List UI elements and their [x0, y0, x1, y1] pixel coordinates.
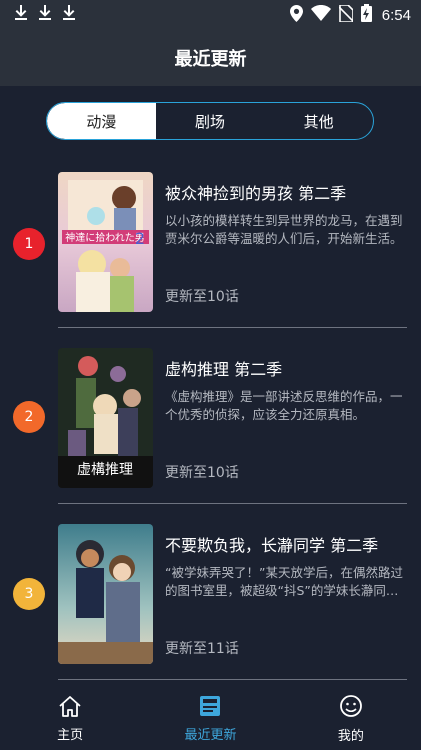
nav-profile-label: 我的	[337, 729, 364, 744]
category-tabs: 动漫 剧场 其他	[46, 102, 374, 140]
status-notifications	[14, 5, 76, 25]
page-title: 最近更新	[174, 49, 247, 70]
status-system: 6:54	[289, 3, 411, 26]
anime-title: 不要欺负我，长瀞同学 第二季	[165, 536, 379, 555]
nav-recent-updates-label: 最近更新	[184, 728, 237, 743]
episode-status: 更新至10话	[165, 465, 239, 481]
download-icon	[38, 5, 52, 25]
anime-poster[interactable]: 神達に拾われた男 2	[58, 172, 153, 312]
divider	[58, 327, 407, 328]
clock: 6:54	[381, 6, 411, 24]
anime-description: 《虚构推理》是一部讲述反思维的作品，一个优秀的侦探，应该全力还原真相。	[165, 388, 407, 424]
download-icon	[62, 5, 76, 25]
episode-status: 更新至10话	[165, 289, 239, 305]
anime-description: 以小孩的模样转生到异世界的龙马，在遇到贾米尔公爵等温暖的人们后，开始新生活。	[165, 212, 407, 248]
anime-poster[interactable]	[58, 524, 153, 664]
svg-text:神達に拾われた男: 神達に拾われた男	[65, 231, 145, 244]
divider	[58, 679, 407, 680]
rank-badge: 1	[13, 228, 45, 260]
anime-description-text: “被学妹弄哭了！”某天放学后，在偶然路过的图书室里，被超级“抖S”的学妹长瀞同学…	[165, 565, 403, 598]
nav-home[interactable]: 主页	[0, 688, 140, 750]
list-item[interactable]: 2 虚構推理 虚构推理 第二季 《虚构推理》是一部讲述反思维的作品，一个优秀的侦…	[0, 346, 421, 488]
divider	[58, 503, 407, 504]
no-sim-icon	[338, 3, 354, 26]
status-bar: 6:54	[0, 0, 421, 30]
svg-text:2: 2	[135, 229, 145, 248]
anime-title: 被众神捡到的男孩 第二季	[165, 184, 347, 203]
anime-description-text: 《虚构推理》是一部讲述反思维的作品，一个优秀的侦探，应该全力还原真相。	[165, 389, 403, 422]
tab-theater[interactable]: 剧场	[156, 103, 265, 139]
nav-recent-updates[interactable]: 最近更新	[140, 688, 280, 750]
news-icon	[199, 695, 221, 721]
tab-other[interactable]: 其他	[264, 103, 373, 139]
list-item[interactable]: 1 神達に拾われた男 2 被众神捡到的男孩 第二季 以小孩的模样转生到异世界的龙…	[0, 170, 421, 312]
profile-icon	[339, 694, 363, 722]
anime-poster[interactable]: 虚構推理	[58, 348, 153, 488]
nav-profile[interactable]: 我的	[281, 688, 421, 750]
anime-description: “被学妹弄哭了！”某天放学后，在偶然路过的图书室里，被超级“抖S”的学妹长瀞同学…	[165, 564, 407, 600]
app-header: 最近更新	[0, 30, 421, 86]
battery-charging-icon	[360, 4, 372, 26]
list-item[interactable]: 3 不要欺负我，长瀞同学 第二季 “被学妹弄哭了！”某天放学后，在偶然路过的图书…	[0, 522, 421, 664]
anime-title: 虚构推理 第二季	[165, 360, 283, 379]
bottom-navigation: 主页 最近更新 我的	[0, 688, 421, 750]
tab-anime[interactable]: 动漫	[47, 103, 156, 139]
download-icon	[14, 5, 28, 25]
svg-text:虚構推理: 虚構推理	[77, 462, 133, 478]
episode-status: 更新至11话	[165, 641, 239, 657]
rank-badge: 2	[13, 401, 45, 433]
anime-description-text: 以小孩的模样转生到异世界的龙马，在遇到贾米尔公爵等温暖的人们后，开始新生活。	[165, 213, 403, 246]
wifi-icon	[310, 5, 331, 25]
rank-badge: 3	[13, 578, 45, 610]
location-icon	[289, 4, 303, 26]
home-icon	[58, 695, 82, 721]
nav-home-label: 主页	[57, 728, 84, 743]
